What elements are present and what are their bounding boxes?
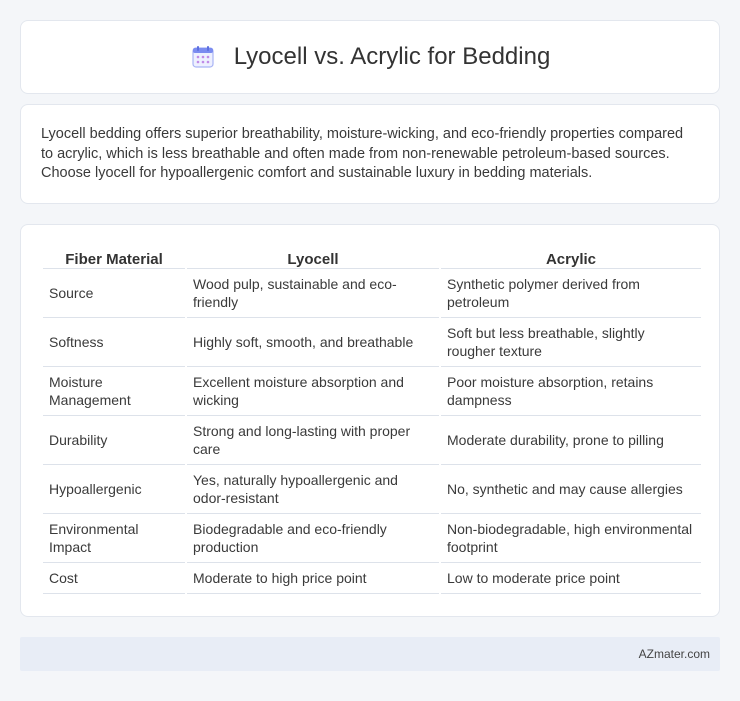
- footer-bar: AZmater.com: [20, 637, 720, 671]
- comparison-table-card: Fiber Material Lyocell Acrylic Source Wo…: [20, 224, 720, 617]
- acrylic-cell: Synthetic polymer derived from petroleum: [441, 269, 701, 318]
- column-header-lyocell: Lyocell: [187, 245, 439, 269]
- acrylic-cell: Soft but less breathable, slightly rough…: [441, 318, 701, 367]
- acrylic-cell: No, synthetic and may cause allergies: [441, 465, 701, 514]
- row-label: Moisture Management: [43, 367, 185, 416]
- lyocell-cell: Biodegradable and eco-friendly productio…: [187, 514, 439, 563]
- lyocell-cell: Yes, naturally hypoallergenic and odor-r…: [187, 465, 439, 514]
- summary-card: Lyocell bedding offers superior breathab…: [20, 104, 720, 204]
- title-wrap: Lyocell vs. Acrylic for Bedding: [190, 43, 551, 71]
- summary-text: Lyocell bedding offers superior breathab…: [41, 126, 684, 181]
- row-label: Source: [43, 269, 185, 318]
- lyocell-cell: Excellent moisture absorption and wickin…: [187, 367, 439, 416]
- lyocell-cell: Strong and long-lasting with proper care: [187, 416, 439, 465]
- acrylic-cell: Moderate durability, prone to pilling: [441, 416, 701, 465]
- page-title: Lyocell vs. Acrylic for Bedding: [233, 43, 551, 70]
- column-header-fiber-material: Fiber Material: [43, 245, 185, 269]
- row-label: Softness: [43, 318, 185, 367]
- lyocell-cell: Wood pulp, sustainable and eco-friendly: [187, 269, 439, 318]
- calendar-icon: [192, 46, 214, 68]
- lyocell-cell: Moderate to high price point: [187, 563, 439, 594]
- column-header-acrylic: Acrylic: [441, 245, 701, 269]
- table-row: Hypoallergenic Yes, naturally hypoallerg…: [43, 465, 701, 514]
- table-header-row: Fiber Material Lyocell Acrylic: [43, 245, 701, 269]
- table-row: Environmental Impact Biodegradable and e…: [43, 514, 701, 563]
- acrylic-cell: Low to moderate price point: [441, 563, 701, 594]
- table-row: Softness Highly soft, smooth, and breath…: [43, 318, 701, 367]
- table-row: Moisture Management Excellent moisture a…: [43, 367, 701, 416]
- table-row: Source Wood pulp, sustainable and eco-fr…: [43, 269, 701, 318]
- footer-site-link[interactable]: AZmater.com: [639, 647, 710, 661]
- row-label: Hypoallergenic: [43, 465, 185, 514]
- row-label: Environmental Impact: [43, 514, 185, 563]
- table-row: Durability Strong and long-lasting with …: [43, 416, 701, 465]
- acrylic-cell: Poor moisture absorption, retains dampne…: [441, 367, 701, 416]
- row-label: Durability: [43, 416, 185, 465]
- row-label: Cost: [43, 563, 185, 594]
- acrylic-cell: Non-biodegradable, high environmental fo…: [441, 514, 701, 563]
- table-row: Cost Moderate to high price point Low to…: [43, 563, 701, 594]
- comparison-table: Fiber Material Lyocell Acrylic Source Wo…: [41, 245, 703, 594]
- lyocell-cell: Highly soft, smooth, and breathable: [187, 318, 439, 367]
- title-card: Lyocell vs. Acrylic for Bedding: [20, 20, 720, 94]
